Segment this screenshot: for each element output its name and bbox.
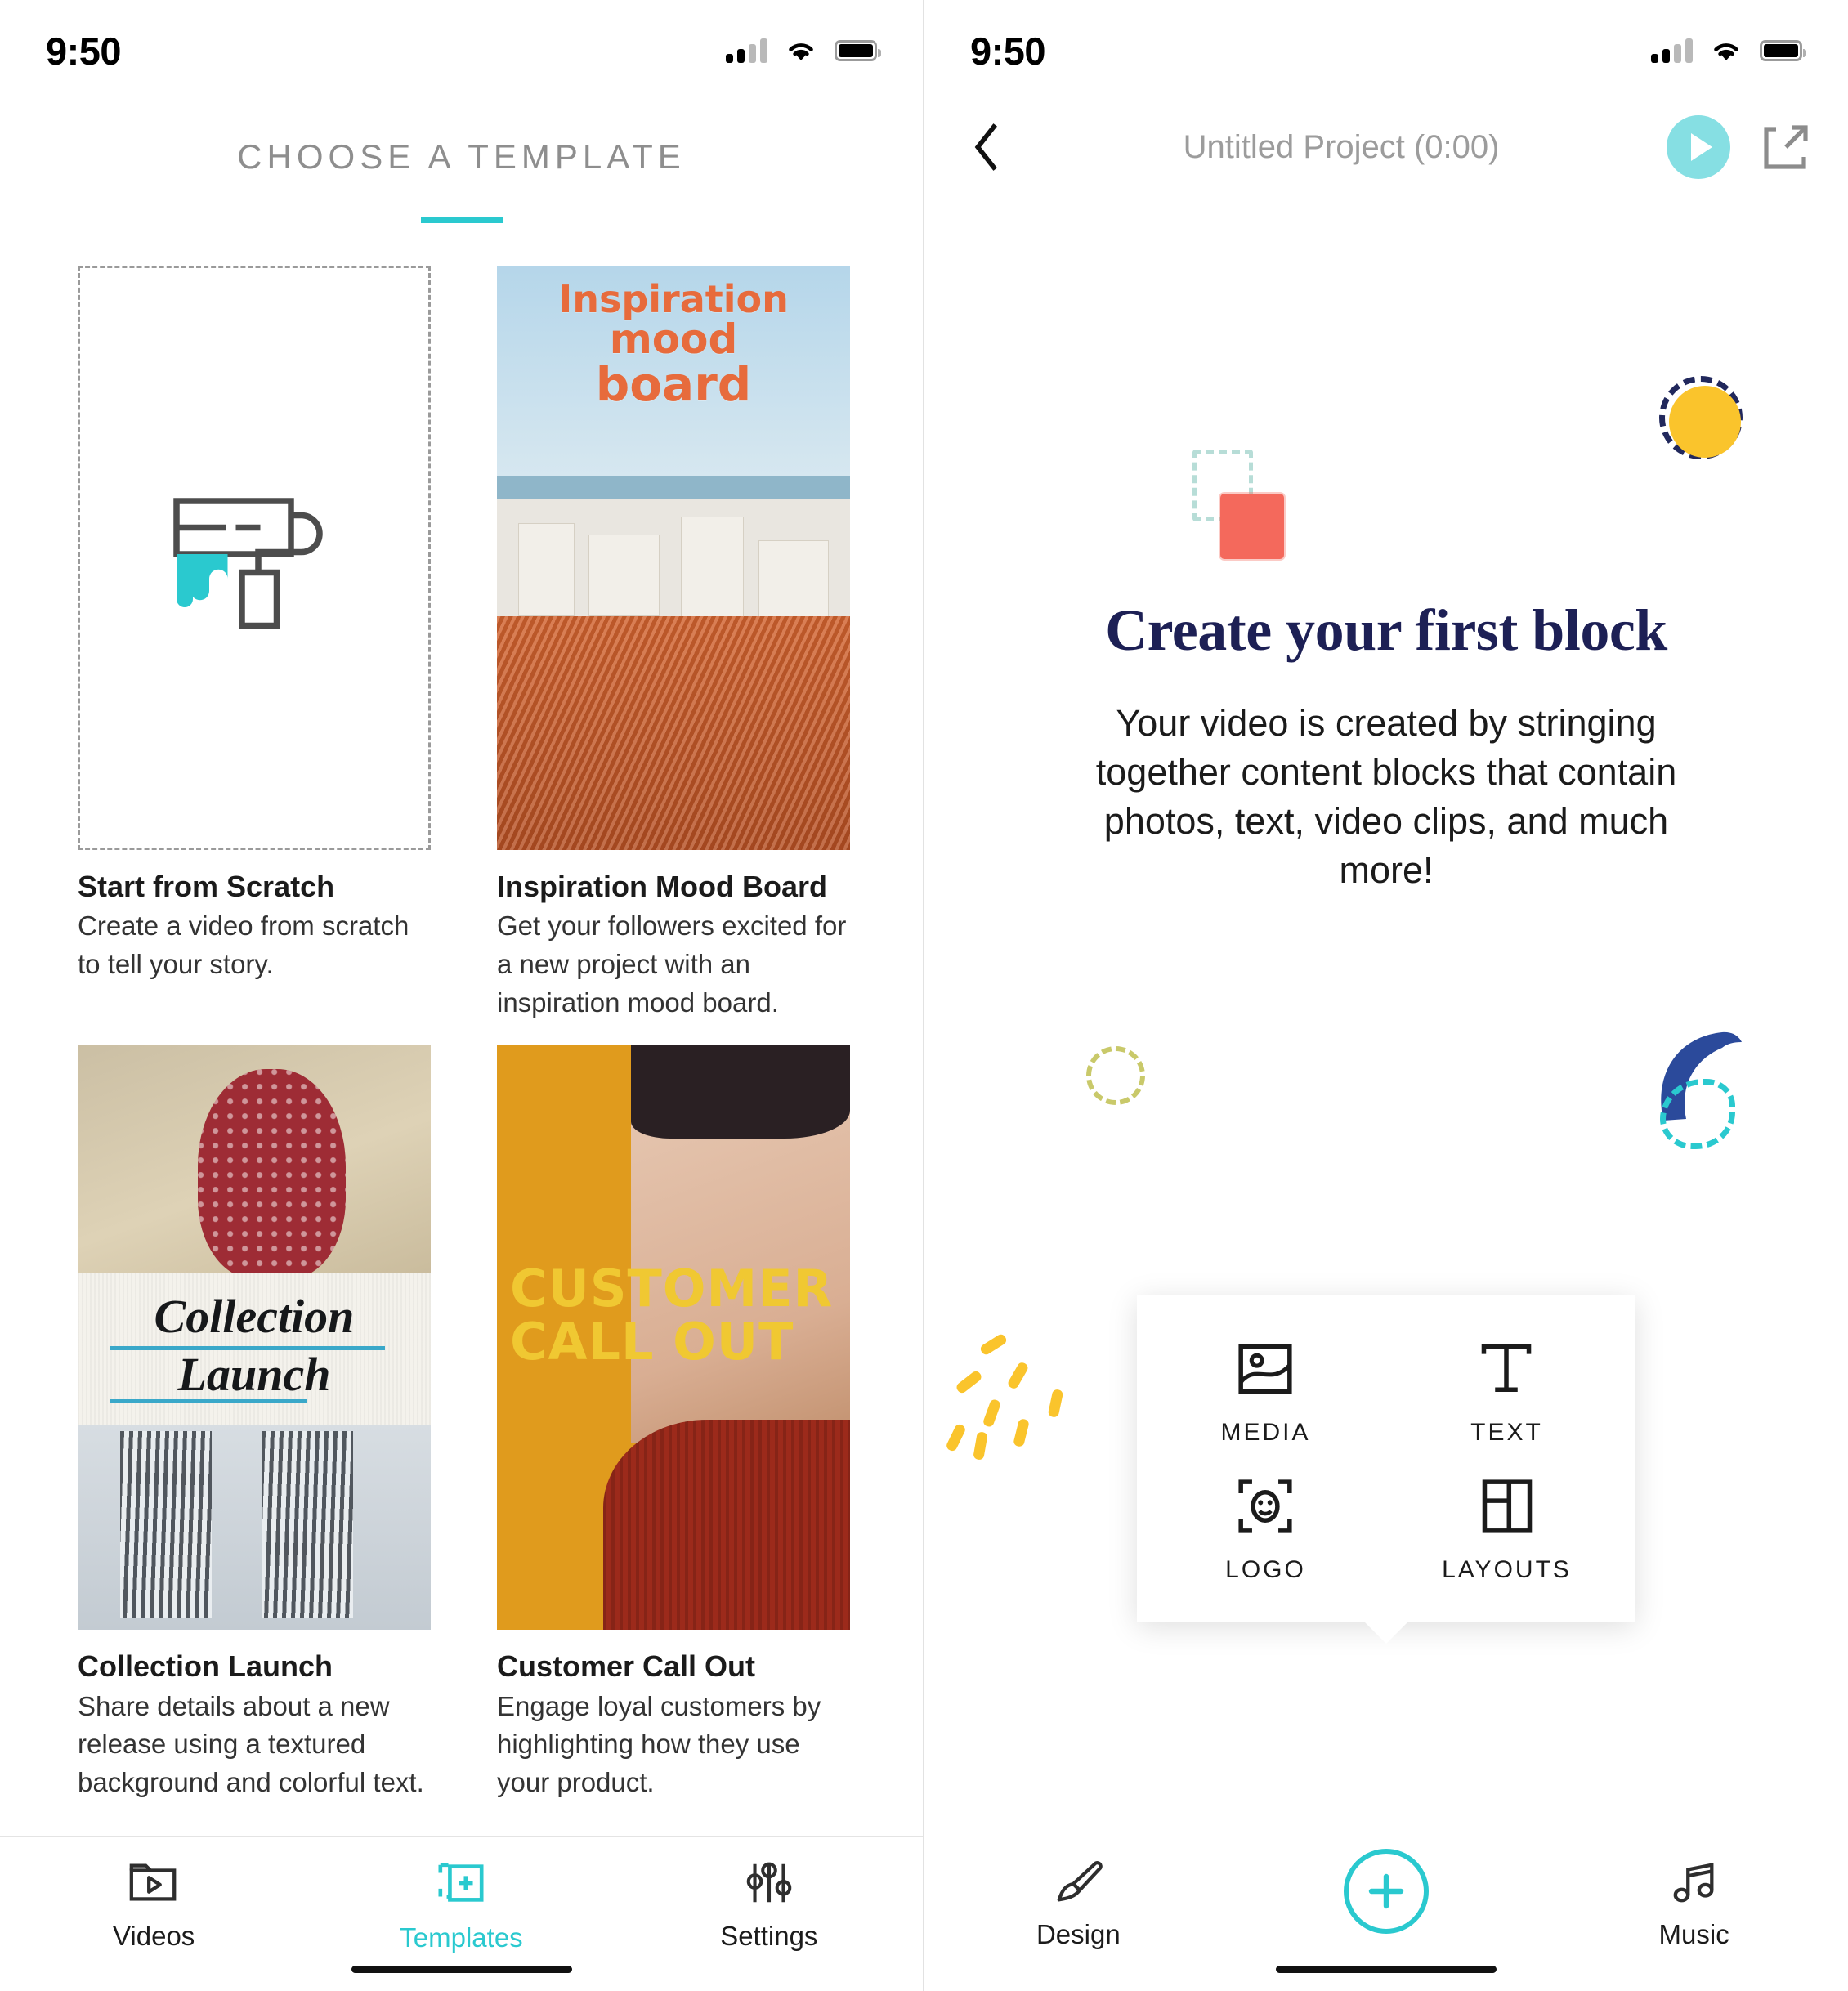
- template-add-icon: [438, 1863, 484, 1902]
- plus-circle-icon[interactable]: [1343, 1849, 1429, 1934]
- popup-item-label: TEXT: [1470, 1419, 1543, 1446]
- status-icons: [1651, 38, 1806, 63]
- wifi-icon: [789, 43, 813, 60]
- paint-roller-icon: [173, 497, 323, 629]
- popup-item-text[interactable]: TEXT: [1470, 1337, 1543, 1447]
- templates-screen: 9:50 CHOOSE A TEMPLATE Start from Scratc…: [0, 0, 924, 1991]
- popup-item-media[interactable]: MEDIA: [1220, 1337, 1310, 1447]
- layout-grid-icon: [1482, 1479, 1532, 1533]
- template-thumbnail[interactable]: Collection Launch: [78, 1045, 431, 1631]
- tab-templates[interactable]: Templates: [307, 1859, 615, 1953]
- play-button[interactable]: [1667, 115, 1730, 179]
- template-description: Create a video from scratch to tell your…: [78, 910, 409, 980]
- template-description: Get your followers excited for a new pro…: [497, 910, 847, 1018]
- battery-icon: [1760, 40, 1806, 61]
- filled-circle-icon: [1669, 386, 1741, 458]
- status-bar-left: 9:50: [0, 0, 923, 82]
- project-title[interactable]: Untitled Project (0:00): [1016, 129, 1667, 166]
- cellular-bars-icon: [1651, 38, 1693, 63]
- popup-item-label: MEDIA: [1220, 1419, 1311, 1446]
- filled-square-icon: [1220, 494, 1284, 559]
- popup-item-layouts[interactable]: LAYOUTS: [1442, 1474, 1572, 1584]
- popup-item-label: LOGO: [1225, 1556, 1306, 1583]
- image-icon: [1238, 1344, 1293, 1394]
- template-description: Share details about a new release using …: [78, 1690, 424, 1798]
- logo-face-icon: [1238, 1479, 1293, 1533]
- template-card-inspiration-mood-board[interactable]: Inspiration mood board Inspiration Mood …: [497, 266, 850, 1022]
- template-card-start-from-scratch[interactable]: Start from Scratch Create a video from s…: [78, 266, 431, 1022]
- dashed-circle-icon: [1086, 1046, 1145, 1105]
- bottom-item-music[interactable]: Music: [1604, 1857, 1784, 1950]
- tab-label: Templates: [400, 1922, 523, 1953]
- battery-icon: [835, 40, 881, 61]
- cellular-bars-icon: [726, 38, 767, 63]
- template-card-customer-call-out[interactable]: CUSTOMER CALL OUT Customer Call Out Enga…: [497, 1045, 850, 1802]
- home-indicator: [1276, 1966, 1497, 1973]
- template-title: Inspiration Mood Board: [497, 870, 827, 903]
- confetti-icon: [939, 1322, 1103, 1461]
- popup-item-logo[interactable]: LOGO: [1225, 1474, 1306, 1584]
- empty-state: Create your first block Your video is cr…: [924, 597, 1848, 894]
- status-clock: 9:50: [46, 29, 122, 73]
- template-grid: Start from Scratch Create a video from s…: [78, 266, 850, 1802]
- template-thumbnail[interactable]: [78, 266, 431, 850]
- plus-icon: [1368, 1873, 1404, 1909]
- bottom-item-label: Music: [1658, 1919, 1729, 1949]
- tab-label: Videos: [113, 1921, 195, 1951]
- home-indicator: [351, 1966, 572, 1973]
- template-card-collection-launch[interactable]: Collection Launch Collection Launch Shar…: [78, 1045, 431, 1802]
- add-block-popup-menu: MEDIA TEXT LOGO LAYOUTS: [1137, 1295, 1635, 1622]
- status-icons: [726, 38, 881, 63]
- template-title: Customer Call Out: [497, 1649, 756, 1684]
- text-t-icon: [1482, 1344, 1532, 1392]
- tab-label: Settings: [720, 1921, 818, 1951]
- title-underline: [420, 217, 503, 223]
- paintbrush-icon: [1057, 1861, 1103, 1902]
- nav-actions: [1667, 115, 1814, 179]
- bottom-item-label: Design: [1036, 1919, 1121, 1949]
- popup-item-label: LAYOUTS: [1442, 1556, 1572, 1583]
- project-editor-screen: 9:50 Untitled Project (0:00) Create your…: [924, 0, 1848, 1991]
- tab-videos[interactable]: Videos: [0, 1859, 307, 1952]
- empty-state-body: Your video is created by stringing toget…: [1095, 702, 1677, 891]
- status-clock: 9:50: [970, 29, 1046, 73]
- page-title: CHOOSE A TEMPLATE: [237, 137, 686, 176]
- play-icon: [1690, 133, 1712, 161]
- wifi-icon: [1714, 43, 1738, 60]
- bottom-item-add[interactable]: [1296, 1849, 1476, 1945]
- tab-settings[interactable]: Settings: [615, 1859, 923, 1952]
- thumbnail-overlay-text: CUSTOMER CALL OUT: [510, 1258, 834, 1372]
- template-title: Collection Launch: [78, 1649, 333, 1684]
- sliders-settings-icon: [746, 1862, 792, 1903]
- thumbnail-overlay-text: Inspiration mood board: [558, 277, 789, 412]
- template-description: Engage loyal customers by highlighting h…: [497, 1690, 821, 1798]
- music-note-icon: [1673, 1863, 1714, 1903]
- template-thumbnail[interactable]: Inspiration mood board: [497, 266, 850, 850]
- videos-folder-icon: [129, 1863, 177, 1901]
- empty-state-heading: Create your first block: [1105, 597, 1667, 663]
- back-button[interactable]: [959, 122, 1016, 172]
- template-title: Start from Scratch: [78, 870, 335, 903]
- dual-screenshot: 9:50 CHOOSE A TEMPLATE Start from Scratc…: [0, 0, 1848, 1991]
- status-bar-right: 9:50: [924, 0, 1848, 82]
- bottom-item-design[interactable]: Design: [988, 1857, 1168, 1950]
- chevron-left-icon: [974, 123, 997, 171]
- navigation-bar: Untitled Project (0:00): [924, 98, 1848, 196]
- template-thumbnail[interactable]: CUSTOMER CALL OUT: [497, 1045, 850, 1631]
- share-export-icon[interactable]: [1758, 119, 1814, 175]
